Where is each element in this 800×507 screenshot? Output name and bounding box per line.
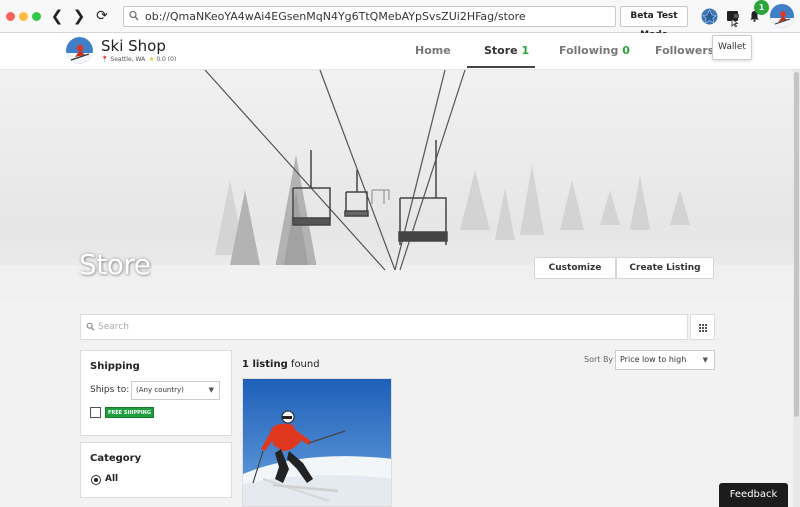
tab-label: Home (415, 44, 451, 57)
location-pin-icon: 📍 (101, 56, 109, 63)
listing-count: 1 listing found (242, 359, 320, 370)
ships-to-value: (Any country) (136, 386, 184, 394)
user-avatar[interactable] (770, 4, 794, 28)
customize-button[interactable]: Customize (534, 257, 616, 279)
shipping-title: Shipping (90, 361, 140, 372)
sort-by-label: Sort By (584, 355, 614, 364)
beta-test-mode-button[interactable]: Beta Test Mode (620, 6, 688, 40)
sort-value: Price low to high (620, 355, 687, 364)
shop-meta: 📍 Seattle, WA ★ 0.0 (0) (101, 56, 176, 63)
tab-count: 0 (622, 44, 630, 57)
tab-home[interactable]: Home (415, 44, 451, 57)
create-listing-button[interactable]: Create Listing (616, 257, 714, 279)
store-header: Ski Shop 📍 Seattle, WA ★ 0.0 (0) Home St… (0, 33, 800, 70)
close-window-button[interactable] (6, 12, 15, 21)
notification-badge: 1 (754, 0, 769, 15)
listing-count-number: 1 listing (242, 359, 288, 370)
tab-following[interactable]: Following 0 (559, 44, 630, 57)
address-bar[interactable]: ob://QmaNKeoYA4wAi4EGsenMqN4Yg6TtQMebAYp… (123, 6, 616, 27)
shop-name[interactable]: Ski Shop (101, 37, 166, 55)
tab-count: 1 (521, 44, 530, 57)
shop-avatar[interactable] (66, 37, 93, 64)
chevron-down-icon: ▼ (702, 356, 708, 364)
tab-store[interactable]: Store 1 (484, 44, 529, 57)
listing-count-suffix: found (290, 359, 320, 370)
search-icon (86, 322, 95, 331)
page-title: Store (79, 248, 151, 281)
shipping-filter-panel: Shipping Ships to: (Any country) ▼ FREE … (80, 350, 232, 436)
grid-view-button[interactable] (690, 314, 715, 340)
category-filter-panel: Category All (80, 442, 232, 498)
grid-icon (699, 324, 707, 332)
wallet-icon[interactable] (726, 9, 740, 27)
listing-card[interactable] (242, 378, 392, 507)
shop-location: Seattle, WA (110, 56, 146, 63)
listing-image (243, 379, 391, 506)
page-scrollbar[interactable] (793, 70, 800, 507)
sort-select[interactable]: Price low to high ▼ (615, 350, 715, 370)
shop-rating[interactable]: 0.0 (0) (156, 56, 176, 63)
category-title: Category (90, 453, 142, 464)
forward-arrow-icon[interactable]: ❯ (71, 7, 87, 25)
scrollbar-thumb[interactable] (794, 72, 799, 417)
star-icon: ★ (149, 56, 155, 63)
search-input[interactable]: Search (80, 314, 688, 340)
category-all-radio[interactable] (91, 475, 101, 485)
free-shipping-checkbox[interactable] (90, 407, 101, 418)
tab-label: Following (559, 44, 619, 57)
free-shipping-badge: FREE SHIPPING (105, 407, 154, 418)
search-icon (129, 10, 139, 21)
search-placeholder: Search (98, 322, 129, 332)
discover-icon[interactable] (701, 8, 718, 25)
tab-label: Store (484, 44, 518, 57)
chevron-down-icon: ▼ (208, 386, 214, 394)
tab-label: Followers (655, 44, 715, 57)
feedback-button[interactable]: Feedback (719, 483, 788, 507)
ships-to-select[interactable]: (Any country) ▼ (131, 381, 220, 400)
browser-toolbar: ❮ ❯ ⟳ ob://QmaNKeoYA4wAi4EGsenMqN4Yg6TtQ… (0, 0, 800, 40)
wallet-tooltip: Wallet (712, 35, 752, 60)
active-tab-indicator (467, 66, 535, 68)
minimize-window-button[interactable] (19, 12, 28, 21)
url-text: ob://QmaNKeoYA4wAi4EGsenMqN4Yg6TtQMebAYp… (145, 10, 526, 23)
reload-icon[interactable]: ⟳ (94, 7, 110, 25)
maximize-window-button[interactable] (32, 12, 41, 21)
back-arrow-icon[interactable]: ❮ (49, 7, 65, 25)
ships-to-label: Ships to: (90, 385, 130, 395)
category-all-label[interactable]: All (105, 474, 118, 484)
